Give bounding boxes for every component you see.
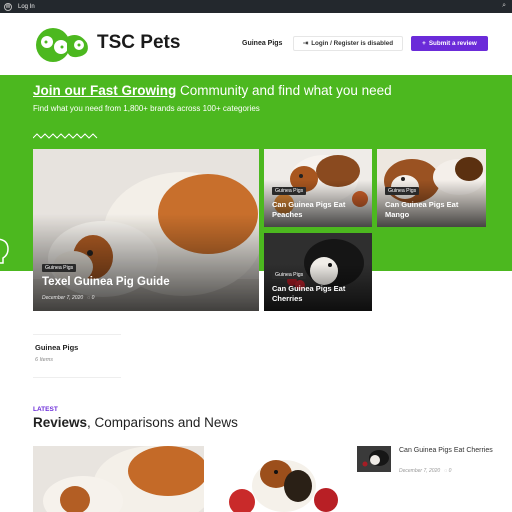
post-date: December 7, 2020 <box>42 295 84 301</box>
post-date: December 7, 2020 <box>399 468 441 474</box>
title-line-2: Mango <box>385 209 410 219</box>
category-tag[interactable]: Guinea Pigs <box>385 187 420 195</box>
comment-count[interactable]: 0 <box>92 295 95 301</box>
featured-post-card[interactable]: Guinea Pigs Texel Guinea Pig Guide Decem… <box>33 149 259 311</box>
hero-subtitle: Find what you need from 1,800+ brands ac… <box>33 104 260 113</box>
side-post-image <box>357 446 391 472</box>
post-card-cherries[interactable]: Guinea Pigs Can Guinea Pigs Eat Cherries <box>264 233 372 311</box>
comment-icon: ◌ <box>84 295 91 301</box>
featured-post-title[interactable]: Texel Guinea Pig Guide <box>42 276 170 288</box>
category-tag[interactable]: Guinea Pigs <box>42 264 77 272</box>
zigzag-divider <box>33 133 98 139</box>
guinea-pig-thumb-image <box>33 446 204 512</box>
latest-label: LATEST <box>33 406 58 413</box>
comment-count[interactable]: 0 <box>449 468 452 474</box>
logo-text[interactable]: TSC Pets <box>97 32 180 54</box>
wordpress-icon[interactable]: W <box>4 2 12 11</box>
site-header: TSC Pets Guinea Pigs ⇥ Login / Register … <box>0 13 512 75</box>
hero-title-link[interactable]: Join our Fast Growing <box>33 83 176 98</box>
hero-title: Join our Fast Growing Community and find… <box>33 83 392 98</box>
post-card-mango[interactable]: Guinea Pigs Can Guinea Pigs Eat Mango <box>377 149 486 227</box>
login-register-button[interactable]: ⇥ Login / Register is disabled <box>293 36 403 51</box>
category-count: 6 Items <box>35 357 54 363</box>
nav-item-guinea-pigs[interactable]: Guinea Pigs <box>242 40 282 47</box>
side-post-meta: December 7, 2020 ◌ 0 <box>399 468 451 474</box>
title-line-1: Can Guinea Pigs Eat <box>272 284 346 293</box>
title-line-2: Cherries <box>272 293 303 303</box>
post-title-peaches[interactable]: Can Guinea Pigs Eat Peaches <box>272 200 345 219</box>
section-title-rest: , Comparisons and News <box>87 415 238 430</box>
hero-title-rest: Community and find what you need <box>176 83 392 98</box>
side-post-thumb[interactable] <box>357 446 391 472</box>
category-tag[interactable]: Guinea Pigs <box>272 271 307 279</box>
category-box[interactable]: Guinea Pigs 6 Items <box>33 334 121 378</box>
side-post-title[interactable]: Can Guinea Pigs Eat Cherries <box>399 446 499 455</box>
login-register-label: Login / Register is disabled <box>311 40 394 47</box>
post-title-cherries[interactable]: Can Guinea Pigs Eat Cherries <box>272 284 345 303</box>
admin-bar: W Log In ⌕ <box>0 0 512 13</box>
category-tag[interactable]: Guinea Pigs <box>272 187 307 195</box>
submit-review-label: Submit a review <box>428 40 477 47</box>
submit-review-button[interactable]: + Submit a review <box>411 36 488 51</box>
apples-guinea-pig-image <box>214 446 348 512</box>
plus-icon: + <box>422 40 426 47</box>
section-title: Reviews, Comparisons and News <box>33 415 238 430</box>
category-name[interactable]: Guinea Pigs <box>35 343 78 352</box>
title-line-1: Can Guinea Pigs Eat <box>272 200 346 209</box>
title-line-2: Peaches <box>272 209 303 219</box>
latest-post-thumb-1[interactable] <box>33 446 204 512</box>
title-line-1: Can Guinea Pigs Eat <box>385 200 459 209</box>
section-title-bold: Reviews <box>33 415 88 430</box>
featured-post-meta: December 7, 2020 ◌ 0 <box>42 295 94 301</box>
lightbulb-icon <box>0 238 9 264</box>
post-title-mango[interactable]: Can Guinea Pigs Eat Mango <box>385 200 458 219</box>
latest-post-thumb-2[interactable] <box>214 446 348 512</box>
admin-login-link[interactable]: Log In <box>18 4 35 10</box>
login-arrow-icon: ⇥ <box>302 40 309 47</box>
post-card-peaches[interactable]: Guinea Pigs Can Guinea Pigs Eat Peaches <box>264 149 372 227</box>
comment-icon: ◌ <box>441 468 448 474</box>
search-icon[interactable]: ⌕ <box>502 2 506 10</box>
